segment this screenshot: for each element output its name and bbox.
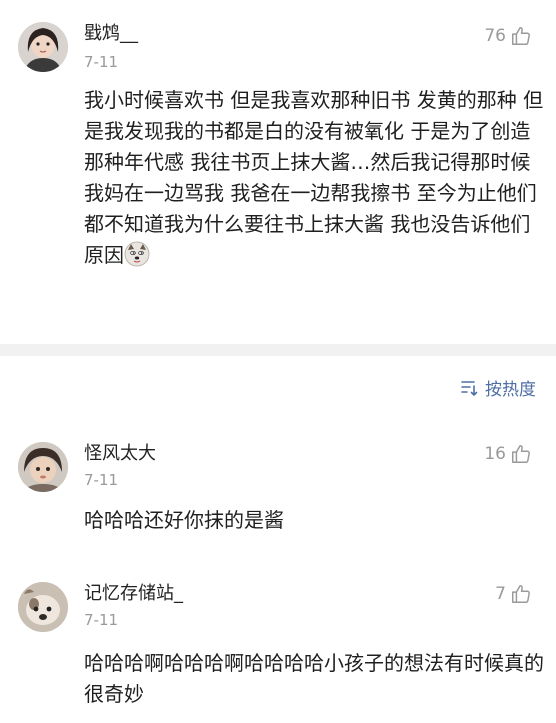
like-count: 7 bbox=[495, 584, 506, 604]
comment-item: 记忆存储站_ 7-11 7 哈哈哈啊哈哈哈啊哈哈哈哈小孩子的想法有时候真的很奇妙 bbox=[0, 560, 556, 723]
comment-text: 哈哈哈还好你抹的是酱 bbox=[84, 508, 284, 532]
comment-item: 怪风太大 7-11 16 哈哈哈还好你抹的是酱 bbox=[0, 420, 556, 550]
like-button[interactable]: 16 bbox=[484, 442, 532, 466]
sort-label: 按热度 bbox=[485, 380, 536, 400]
avatar[interactable] bbox=[18, 442, 68, 492]
sort-icon bbox=[461, 380, 478, 396]
like-button[interactable]: 76 bbox=[484, 24, 532, 48]
doge-emoji bbox=[124, 241, 150, 267]
like-count: 76 bbox=[484, 26, 506, 46]
comment-text: 哈哈哈啊哈哈哈啊哈哈哈哈小孩子的想法有时候真的很奇妙 bbox=[84, 651, 544, 706]
comment-date: 7-11 bbox=[84, 611, 119, 629]
avatar[interactable] bbox=[18, 22, 68, 72]
comment-text: 我小时候喜欢书 但是我喜欢那种旧书 发黄的那种 但是我发现我的书都是白的没有被氧… bbox=[84, 85, 544, 271]
section-divider bbox=[0, 344, 556, 356]
comment-text-content: 我小时候喜欢书 但是我喜欢那种旧书 发黄的那种 但是我发现我的书都是白的没有被氧… bbox=[84, 88, 544, 267]
thumbs-up-icon bbox=[512, 585, 530, 603]
username[interactable]: 戥鸩__ bbox=[84, 22, 138, 46]
username[interactable]: 记忆存储站_ bbox=[84, 582, 183, 606]
comments-page: 戥鸩__ 7-11 76 我小时候喜欢书 但是我喜欢那种旧书 发黄的那种 但是我… bbox=[0, 0, 556, 723]
thumbs-up-icon bbox=[512, 27, 530, 45]
username[interactable]: 怪风太大 bbox=[84, 442, 156, 466]
comment-date: 7-11 bbox=[84, 53, 119, 71]
comment-item: 戥鸩__ 7-11 76 我小时候喜欢书 但是我喜欢那种旧书 发黄的那种 但是我… bbox=[0, 0, 556, 344]
avatar[interactable] bbox=[18, 582, 68, 632]
thumbs-up-icon bbox=[512, 445, 530, 463]
comment-date: 7-11 bbox=[84, 471, 119, 489]
sort-by-hot-button[interactable]: 按热度 bbox=[459, 375, 536, 400]
like-count: 16 bbox=[484, 444, 506, 464]
like-button[interactable]: 7 bbox=[495, 582, 532, 606]
